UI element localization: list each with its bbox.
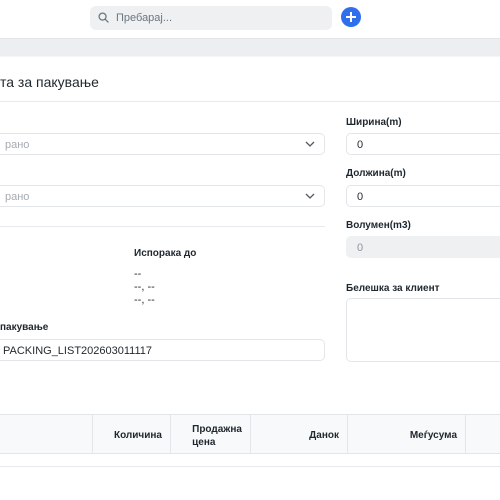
client-note-label: Белешка за клиент — [346, 283, 440, 294]
column-actions — [465, 415, 500, 453]
column-subtotal: Меѓусума — [347, 415, 465, 453]
chevron-down-icon — [305, 141, 315, 147]
client-note-textarea[interactable] — [346, 298, 500, 362]
top-navbar: Пребарај... — [0, 0, 500, 39]
page-title: та за пакување — [0, 74, 99, 90]
packing-list-label: пакување — [0, 322, 49, 333]
add-new-button[interactable] — [341, 7, 361, 27]
table-bottom-divider — [0, 466, 500, 467]
column-selling-price: Продажна цена — [170, 415, 250, 453]
page-header-strip — [0, 39, 500, 56]
select-field-1[interactable]: рано — [0, 133, 325, 155]
volume-label: Волумен(m3) — [346, 220, 411, 231]
delivery-line-2: --, -- — [134, 281, 155, 293]
select-field-2[interactable]: рано — [0, 185, 325, 207]
delivery-line-3: --, -- — [134, 294, 155, 306]
delivery-line-1: -- — [134, 268, 142, 280]
length-label: Должина(m) — [346, 168, 406, 179]
column-quantity: Количина — [92, 415, 170, 453]
search-icon — [98, 12, 109, 23]
search-placeholder: Пребарај... — [116, 12, 173, 24]
length-input[interactable]: 0 — [346, 185, 500, 207]
width-label: Ширина(m) — [346, 117, 402, 128]
volume-input: 0 — [346, 236, 500, 258]
delivery-to-label: Испорака до — [134, 248, 197, 259]
search-bar[interactable]: Пребарај... — [90, 6, 332, 30]
title-divider — [0, 101, 500, 102]
width-input[interactable]: 0 — [346, 133, 500, 155]
chevron-down-icon — [305, 193, 315, 199]
packing-list-input[interactable]: PACKING_LIST202603011117 — [0, 339, 325, 361]
column-tax: Данок — [250, 415, 347, 453]
section-divider — [0, 226, 325, 227]
items-table-header: Количина Продажна цена Данок Меѓусума — [0, 414, 500, 454]
